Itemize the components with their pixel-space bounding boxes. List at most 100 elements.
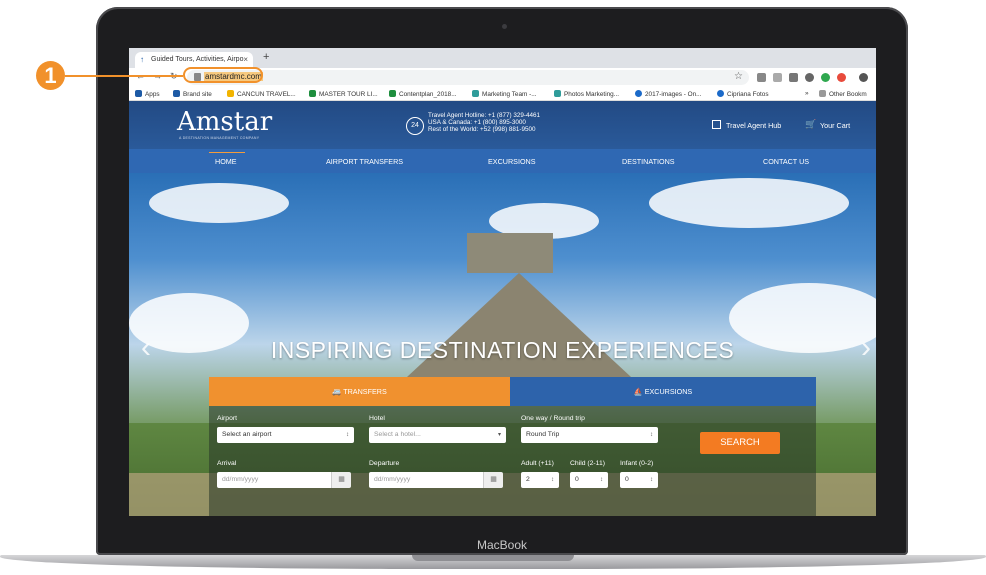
circle-extension-icon[interactable] [805, 73, 814, 82]
new-tab-button[interactable]: + [263, 51, 269, 63]
laptop-brand-label: MacBook [476, 538, 528, 552]
green-extension-icon[interactable] [821, 73, 830, 82]
adult-select[interactable]: 2 ↕ [521, 472, 559, 488]
nav-item-home[interactable]: HOME [215, 157, 237, 166]
booking-widget: 🚐 TRANSFERS ⛵ EXCURSIONS Airport Select … [209, 377, 816, 516]
bookmark-master-tour[interactable]: MASTER TOUR LI... [309, 90, 378, 98]
arrival-date-input[interactable]: dd/mm/yyyy [217, 472, 331, 488]
hotel-select[interactable]: Select a hotel... ▾ [369, 427, 506, 443]
hero-title: INSPIRING DESTINATION EXPERIENCES [270, 337, 735, 363]
site-favicon-icon: ↑ [140, 55, 144, 64]
temple-top-image [467, 233, 553, 273]
hotline-world: Rest of the World: +52 (998) 881-9500 [428, 126, 536, 133]
trip-type-select[interactable]: Round Trip ↕ [521, 427, 658, 443]
tab-excursions[interactable]: ⛵ EXCURSIONS [510, 377, 816, 406]
hotel-label: Hotel [369, 415, 385, 422]
trip-type-label: One way / Round trip [521, 415, 585, 422]
van-icon: 🚐 [332, 387, 344, 396]
bookmark-cipriana-fotos[interactable]: Cipriana Fotos [717, 90, 769, 98]
callout-line [65, 75, 183, 77]
brand-icon [173, 90, 180, 97]
departure-date-input[interactable]: dd/mm/yyyy [369, 472, 483, 488]
nav-item-contact-us[interactable]: CONTACT US [763, 157, 809, 166]
nav-item-excursions[interactable]: EXCURSIONS [488, 157, 536, 166]
address-bar[interactable]: amstardmc.com ☆ [187, 70, 749, 85]
folder-icon [819, 90, 826, 97]
bookmark-overflow[interactable]: » [805, 90, 809, 97]
callout-number-badge: 1 [36, 61, 65, 90]
select-arrows-icon: ↕ [551, 477, 554, 483]
team-icon [554, 90, 561, 97]
bookmark-apps[interactable]: Apps [135, 90, 160, 98]
infant-label: Infant (0-2) [620, 460, 654, 467]
child-label: Child (2-11) [570, 460, 606, 467]
hotline-usa-canada: USA & Canada: +1 (800) 895-3000 [428, 119, 526, 126]
logo-tagline: A DESTINATION MANAGEMENT COMPANY [179, 136, 260, 140]
color-extension-icon[interactable] [837, 73, 846, 82]
onedrive-icon [635, 90, 642, 97]
login-icon [712, 120, 721, 129]
airport-label: Airport [217, 415, 238, 422]
apps-grid-icon [135, 90, 142, 97]
browser-tab[interactable]: ↑ Guided Tours, Activities, Airpo × [135, 52, 253, 68]
nav-item-destinations[interactable]: DESTINATIONS [622, 157, 675, 166]
cart-icon: 🛒 [805, 119, 817, 129]
calendar-icon[interactable]: ▦ [483, 472, 503, 488]
close-tab-icon[interactable]: × [243, 52, 248, 68]
search-button[interactable]: SEARCH [700, 432, 780, 454]
profile-icon[interactable] [859, 73, 868, 82]
arrival-label: Arrival [217, 460, 237, 467]
cloud [149, 183, 289, 223]
hero-banner: ‹ › INSPIRING DESTINATION EXPERIENCES 🚐 … [129, 173, 876, 516]
boat-icon: ⛵ [633, 387, 645, 396]
cloud [649, 178, 849, 228]
team-icon [472, 90, 479, 97]
main-nav: HOME AIRPORT TRANSFERS EXCURSIONS DESTIN… [129, 149, 876, 173]
tab-transfers[interactable]: 🚐 TRANSFERS [209, 377, 510, 406]
select-arrows-icon: ↕ [346, 432, 349, 438]
sheets-icon [389, 90, 396, 97]
cast-extension-icon[interactable] [773, 73, 782, 82]
drive-icon [227, 90, 234, 97]
bookmark-marketing-team[interactable]: Marketing Team -... [472, 90, 537, 98]
chevron-down-icon: ▾ [497, 432, 501, 438]
departure-label: Departure [369, 460, 400, 467]
laptop-notch [412, 555, 574, 561]
hotline-travel-agent: Travel Agent Hotline: +1 (877) 329-4461 [428, 112, 540, 119]
tab-bar: ↑ Guided Tours, Activities, Airpo × + [129, 48, 876, 68]
onedrive-icon [717, 90, 724, 97]
select-arrows-icon: ↕ [650, 477, 653, 483]
tab-title: Guided Tours, Activities, Airpo [151, 56, 244, 63]
travel-agent-hub-link[interactable]: Travel Agent Hub [726, 121, 781, 130]
bookmark-brand-site[interactable]: Brand site [173, 90, 212, 98]
amstar-logo[interactable]: Amstar [177, 107, 272, 137]
sheets-icon [309, 90, 316, 97]
child-select[interactable]: 0 ↕ [570, 472, 608, 488]
stage: ↑ Guided Tours, Activities, Airpo × + ← … [0, 0, 986, 575]
nav-item-airport-transfers[interactable]: AIRPORT TRANSFERS [326, 157, 403, 166]
airport-select[interactable]: Select an airport ↕ [217, 427, 354, 443]
site-header: Amstar A DESTINATION MANAGEMENT COMPANY … [129, 101, 876, 149]
bookmark-contentplan[interactable]: Contentplan_2018... [389, 90, 457, 98]
bookmark-star-icon[interactable]: ☆ [734, 71, 743, 82]
nav-active-indicator [209, 152, 245, 153]
bookmark-other[interactable]: Other Bookm [819, 90, 867, 98]
callout-highlight [183, 67, 263, 83]
adult-label: Adult (+11) [521, 460, 554, 467]
camera-icon [502, 24, 507, 29]
hotline-info: Travel Agent Hotline: +1 (877) 329-4461 … [428, 112, 540, 133]
extension-icon[interactable] [789, 73, 798, 82]
bookmark-photos-marketing[interactable]: Photos Marketing... [554, 90, 619, 98]
web-page: Amstar A DESTINATION MANAGEMENT COMPANY … [129, 101, 876, 516]
booking-form: Airport Select an airport ↕ Hotel Select … [209, 406, 816, 516]
calendar-icon[interactable]: ▦ [331, 472, 351, 488]
select-arrows-icon: ↕ [600, 477, 603, 483]
bookmark-2017-images[interactable]: 2017-images - On... [635, 90, 701, 98]
camera-extension-icon[interactable] [757, 73, 766, 82]
bookmarks-bar: Apps Brand site CANCUN TRAVEL... MASTER … [129, 87, 876, 101]
your-cart-link[interactable]: Your Cart [820, 121, 850, 130]
bookmark-cancun-travel[interactable]: CANCUN TRAVEL... [227, 90, 296, 98]
infant-select[interactable]: 0 ↕ [620, 472, 658, 488]
browser-window: ↑ Guided Tours, Activities, Airpo × + ← … [129, 48, 876, 516]
select-arrows-icon: ↕ [650, 432, 653, 438]
